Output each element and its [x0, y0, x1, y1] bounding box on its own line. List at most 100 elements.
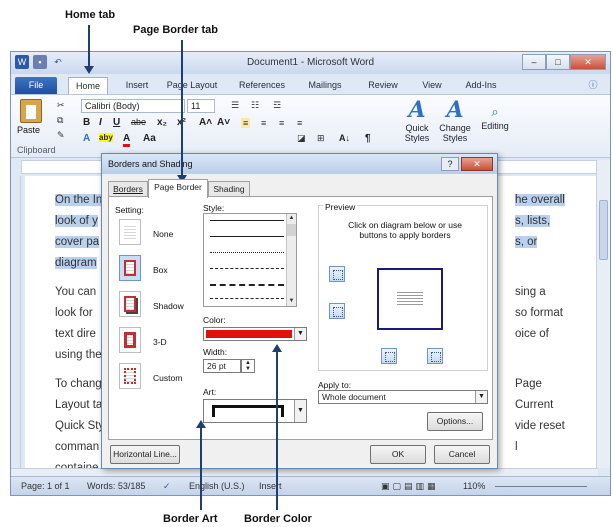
dialog-close-icon[interactable]: ✕ — [461, 157, 493, 171]
text-effects-button[interactable]: A — [83, 133, 90, 144]
zoom-slider[interactable] — [495, 486, 587, 487]
scroll-up-icon[interactable]: ▲ — [287, 214, 296, 223]
minimize-icon[interactable]: – — [522, 54, 546, 70]
doc-line-right: Page — [515, 378, 542, 390]
editing-button[interactable]: ⌕ Editing — [477, 103, 513, 131]
style-option[interactable] — [210, 268, 284, 269]
font-name-combo[interactable]: Calibri (Body) — [81, 99, 185, 113]
format-painter-icon[interactable]: ✎ — [57, 130, 65, 141]
font-size-combo[interactable]: 11 — [187, 99, 215, 113]
style-option[interactable] — [210, 236, 284, 237]
subscript-button[interactable]: x₂ — [157, 117, 167, 128]
chevron-down-icon[interactable]: ▼ — [475, 391, 487, 403]
tab-shading[interactable]: Shading — [208, 181, 250, 197]
justify-icon[interactable]: ≡ — [297, 118, 302, 128]
bold-button[interactable]: B — [83, 117, 90, 128]
tab-home[interactable]: Home — [68, 77, 108, 94]
tab-review[interactable]: Review — [363, 77, 403, 94]
tab-mailings[interactable]: Mailings — [303, 77, 347, 94]
border-color-callout: Border Color — [244, 513, 312, 525]
width-combo[interactable]: 26 pt — [203, 359, 241, 373]
color-dropdown[interactable]: ▼ — [203, 327, 307, 341]
horizontal-line-button[interactable]: Horizontal Line... — [110, 445, 180, 464]
scroll-thumb[interactable] — [287, 224, 296, 236]
change-case-button[interactable]: Aa — [143, 133, 156, 144]
options-button[interactable]: Options... — [427, 412, 483, 431]
multilevel-list-icon[interactable]: ☲ — [273, 100, 281, 111]
dialog-help-icon[interactable]: ? — [441, 157, 459, 171]
view-buttons[interactable]: ▣▢▤▥▦ — [381, 481, 439, 492]
align-right-icon[interactable]: ≡ — [279, 118, 284, 128]
style-scrollbar[interactable]: ▲ ▼ — [286, 214, 296, 306]
style-option[interactable] — [210, 284, 284, 286]
setting-custom-label[interactable]: Custom — [153, 373, 182, 383]
bottom-border-button[interactable] — [329, 303, 345, 319]
tab-page-layout[interactable]: Page Layout — [163, 77, 221, 94]
width-spinner[interactable]: ▲ ▼ — [241, 359, 255, 373]
bullets-icon[interactable]: ☰ — [231, 100, 239, 111]
insert-mode[interactable]: Insert — [259, 481, 282, 491]
chevron-down-icon[interactable]: ▼ — [294, 400, 306, 422]
highlight-button[interactable]: aby — [99, 133, 113, 142]
setting-shadow-label[interactable]: Shadow — [153, 301, 184, 311]
align-left-icon[interactable]: ≡ — [241, 118, 251, 128]
paste-button[interactable]: Paste — [17, 99, 45, 139]
ok-button[interactable]: OK — [370, 445, 426, 464]
font-color-button[interactable]: A — [123, 133, 131, 147]
style-option[interactable] — [210, 298, 284, 299]
shrink-font-button[interactable]: A˅ — [217, 117, 230, 128]
right-border-button[interactable] — [427, 348, 443, 364]
art-dropdown[interactable]: ▼ — [203, 399, 307, 423]
strikethrough-button[interactable]: abe — [131, 117, 146, 127]
scroll-thumb[interactable] — [599, 200, 608, 260]
apply-to-dropdown[interactable]: Whole document ▼ — [318, 390, 488, 404]
sort-button[interactable]: A↓ — [339, 133, 350, 143]
show-marks-button[interactable]: ¶ — [365, 133, 371, 144]
setting-none-icon[interactable] — [119, 219, 141, 245]
align-center-icon[interactable]: ≡ — [261, 118, 266, 128]
style-option[interactable] — [210, 252, 284, 253]
chevron-down-icon[interactable]: ▼ — [294, 328, 306, 340]
copy-icon[interactable]: ⧉ — [57, 115, 63, 126]
shading-icon[interactable]: ◪ — [297, 133, 306, 144]
tab-view[interactable]: View — [416, 77, 448, 94]
underline-button[interactable]: U — [113, 117, 120, 128]
tab-borders[interactable]: Borders — [108, 181, 148, 197]
close-icon[interactable]: ✕ — [570, 54, 606, 70]
setting-box-label[interactable]: Box — [153, 265, 168, 275]
style-listbox[interactable]: ▲ ▼ — [203, 213, 297, 307]
left-border-button[interactable] — [381, 348, 397, 364]
tab-add-ins[interactable]: Add-Ins — [461, 77, 501, 94]
border-art-callout: Border Art — [163, 513, 218, 525]
style-option[interactable] — [210, 220, 284, 221]
italic-button[interactable]: I — [99, 117, 102, 128]
top-border-button[interactable] — [329, 266, 345, 282]
tab-file[interactable]: File — [15, 77, 57, 94]
page-count[interactable]: Page: 1 of 1 — [21, 481, 70, 491]
setting-3d-icon[interactable] — [119, 327, 141, 353]
language[interactable]: English (U.S.) — [189, 481, 245, 491]
numbering-icon[interactable]: ☷ — [251, 100, 259, 111]
quick-styles-button[interactable]: A Quick Styles — [399, 97, 435, 143]
tab-references[interactable]: References — [235, 77, 289, 94]
tab-page-border[interactable]: Page Border — [148, 179, 208, 198]
help-icon[interactable]: ⓘ — [581, 77, 605, 94]
setting-none-label[interactable]: None — [153, 229, 173, 239]
maximize-icon[interactable]: □ — [546, 54, 570, 70]
scroll-down-icon[interactable]: ▼ — [287, 297, 296, 306]
preview-diagram[interactable] — [377, 268, 443, 330]
change-styles-button[interactable]: A Change Styles — [437, 97, 473, 143]
vertical-scrollbar[interactable] — [596, 160, 610, 468]
zoom-level[interactable]: 110% — [463, 481, 485, 491]
word-count[interactable]: Words: 53/185 — [87, 481, 145, 491]
proofing-icon[interactable]: ✓ — [163, 481, 171, 492]
borders-icon[interactable]: ⊞ — [317, 133, 325, 144]
setting-3d-label[interactable]: 3-D — [153, 337, 167, 347]
tab-insert[interactable]: Insert — [119, 77, 155, 94]
setting-custom-icon[interactable] — [119, 363, 141, 389]
cut-icon[interactable]: ✂ — [57, 100, 65, 111]
grow-font-button[interactable]: A˄ — [199, 117, 212, 128]
setting-shadow-icon[interactable] — [119, 291, 141, 317]
cancel-button[interactable]: Cancel — [434, 445, 490, 464]
setting-box-icon[interactable] — [119, 255, 141, 281]
